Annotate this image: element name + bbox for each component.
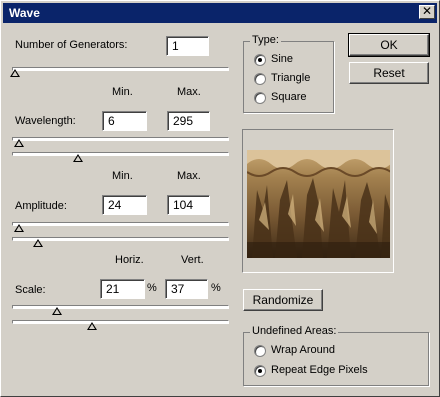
amplitude-max-header: Max. [177, 170, 201, 182]
preview-image-graphic [247, 150, 390, 258]
generators-input[interactable]: 1 [166, 36, 209, 56]
amplitude-min-slider-track[interactable] [12, 222, 229, 226]
scale-vert-unit: % [211, 282, 221, 294]
wavelength-max-slider-thumb[interactable] [72, 154, 83, 162]
scale-vert-slider-thumb[interactable] [87, 322, 98, 330]
type-square-label[interactable]: Square [271, 91, 306, 103]
randomize-button[interactable]: Randomize [243, 289, 323, 311]
radio-dot-icon [258, 58, 262, 62]
reset-button[interactable]: Reset [349, 62, 429, 84]
scale-horiz-input[interactable]: 21 [100, 279, 145, 299]
type-square-radio[interactable] [254, 92, 266, 104]
type-legend: Type: [250, 34, 281, 46]
scale-vert-header: Vert. [181, 254, 204, 266]
scale-vert-input[interactable]: 37 [165, 279, 208, 299]
amplitude-min-input[interactable]: 24 [102, 195, 147, 215]
wavelength-min-input[interactable]: 6 [102, 111, 147, 131]
wrap-around-label[interactable]: Wrap Around [271, 344, 335, 356]
amplitude-label: Amplitude: [15, 200, 67, 212]
undefined-areas-legend: Undefined Areas: [250, 325, 339, 337]
scale-label: Scale: [15, 284, 46, 296]
wavelength-max-input[interactable]: 295 [167, 111, 210, 131]
wavelength-label: Wavelength: [15, 115, 76, 127]
window-title: Wave [9, 6, 40, 20]
ok-button[interactable]: OK [348, 33, 430, 57]
preview-image[interactable] [247, 150, 390, 258]
amplitude-max-input[interactable]: 104 [167, 195, 210, 215]
wavelength-max-slider-track[interactable] [12, 152, 229, 156]
undefined-areas-group: Undefined Areas: Wrap Around Repeat Edge… [243, 325, 429, 386]
wavelength-min-slider-thumb[interactable] [14, 139, 25, 147]
type-group: Type: Sine Triangle Square [243, 34, 334, 113]
preview-frame [242, 129, 394, 273]
scale-horiz-slider-thumb[interactable] [51, 307, 62, 315]
type-triangle-label[interactable]: Triangle [271, 72, 310, 84]
amplitude-min-slider-thumb[interactable] [14, 224, 25, 232]
wavelength-max-header: Max. [177, 86, 201, 98]
repeat-edge-pixels-radio[interactable] [254, 365, 266, 377]
generators-slider-thumb[interactable] [10, 69, 20, 77]
wavelength-min-header: Min. [112, 86, 133, 98]
type-triangle-radio[interactable] [254, 73, 266, 85]
close-button[interactable]: ✕ [419, 5, 435, 19]
type-sine-radio[interactable] [254, 54, 266, 66]
amplitude-max-slider-track[interactable] [12, 237, 229, 241]
scale-horiz-unit: % [147, 282, 157, 294]
type-sine-label[interactable]: Sine [271, 53, 293, 65]
amplitude-min-header: Min. [112, 170, 133, 182]
wavelength-min-slider-track[interactable] [12, 137, 229, 141]
scale-vert-slider-track[interactable] [12, 320, 229, 324]
scale-horiz-slider-track[interactable] [12, 305, 229, 309]
title-bar[interactable]: Wave ✕ [3, 3, 437, 23]
amplitude-max-slider-thumb[interactable] [32, 239, 43, 247]
repeat-edge-pixels-label[interactable]: Repeat Edge Pixels [271, 364, 368, 376]
wave-dialog: Wave ✕ Number of Generators: 1 Min. Max.… [0, 0, 440, 397]
generators-slider-track[interactable] [12, 67, 229, 71]
close-icon: ✕ [421, 4, 433, 18]
wrap-around-radio[interactable] [254, 345, 266, 357]
generators-label: Number of Generators: [15, 39, 128, 51]
scale-horiz-header: Horiz. [115, 254, 144, 266]
radio-dot-icon [258, 369, 262, 373]
